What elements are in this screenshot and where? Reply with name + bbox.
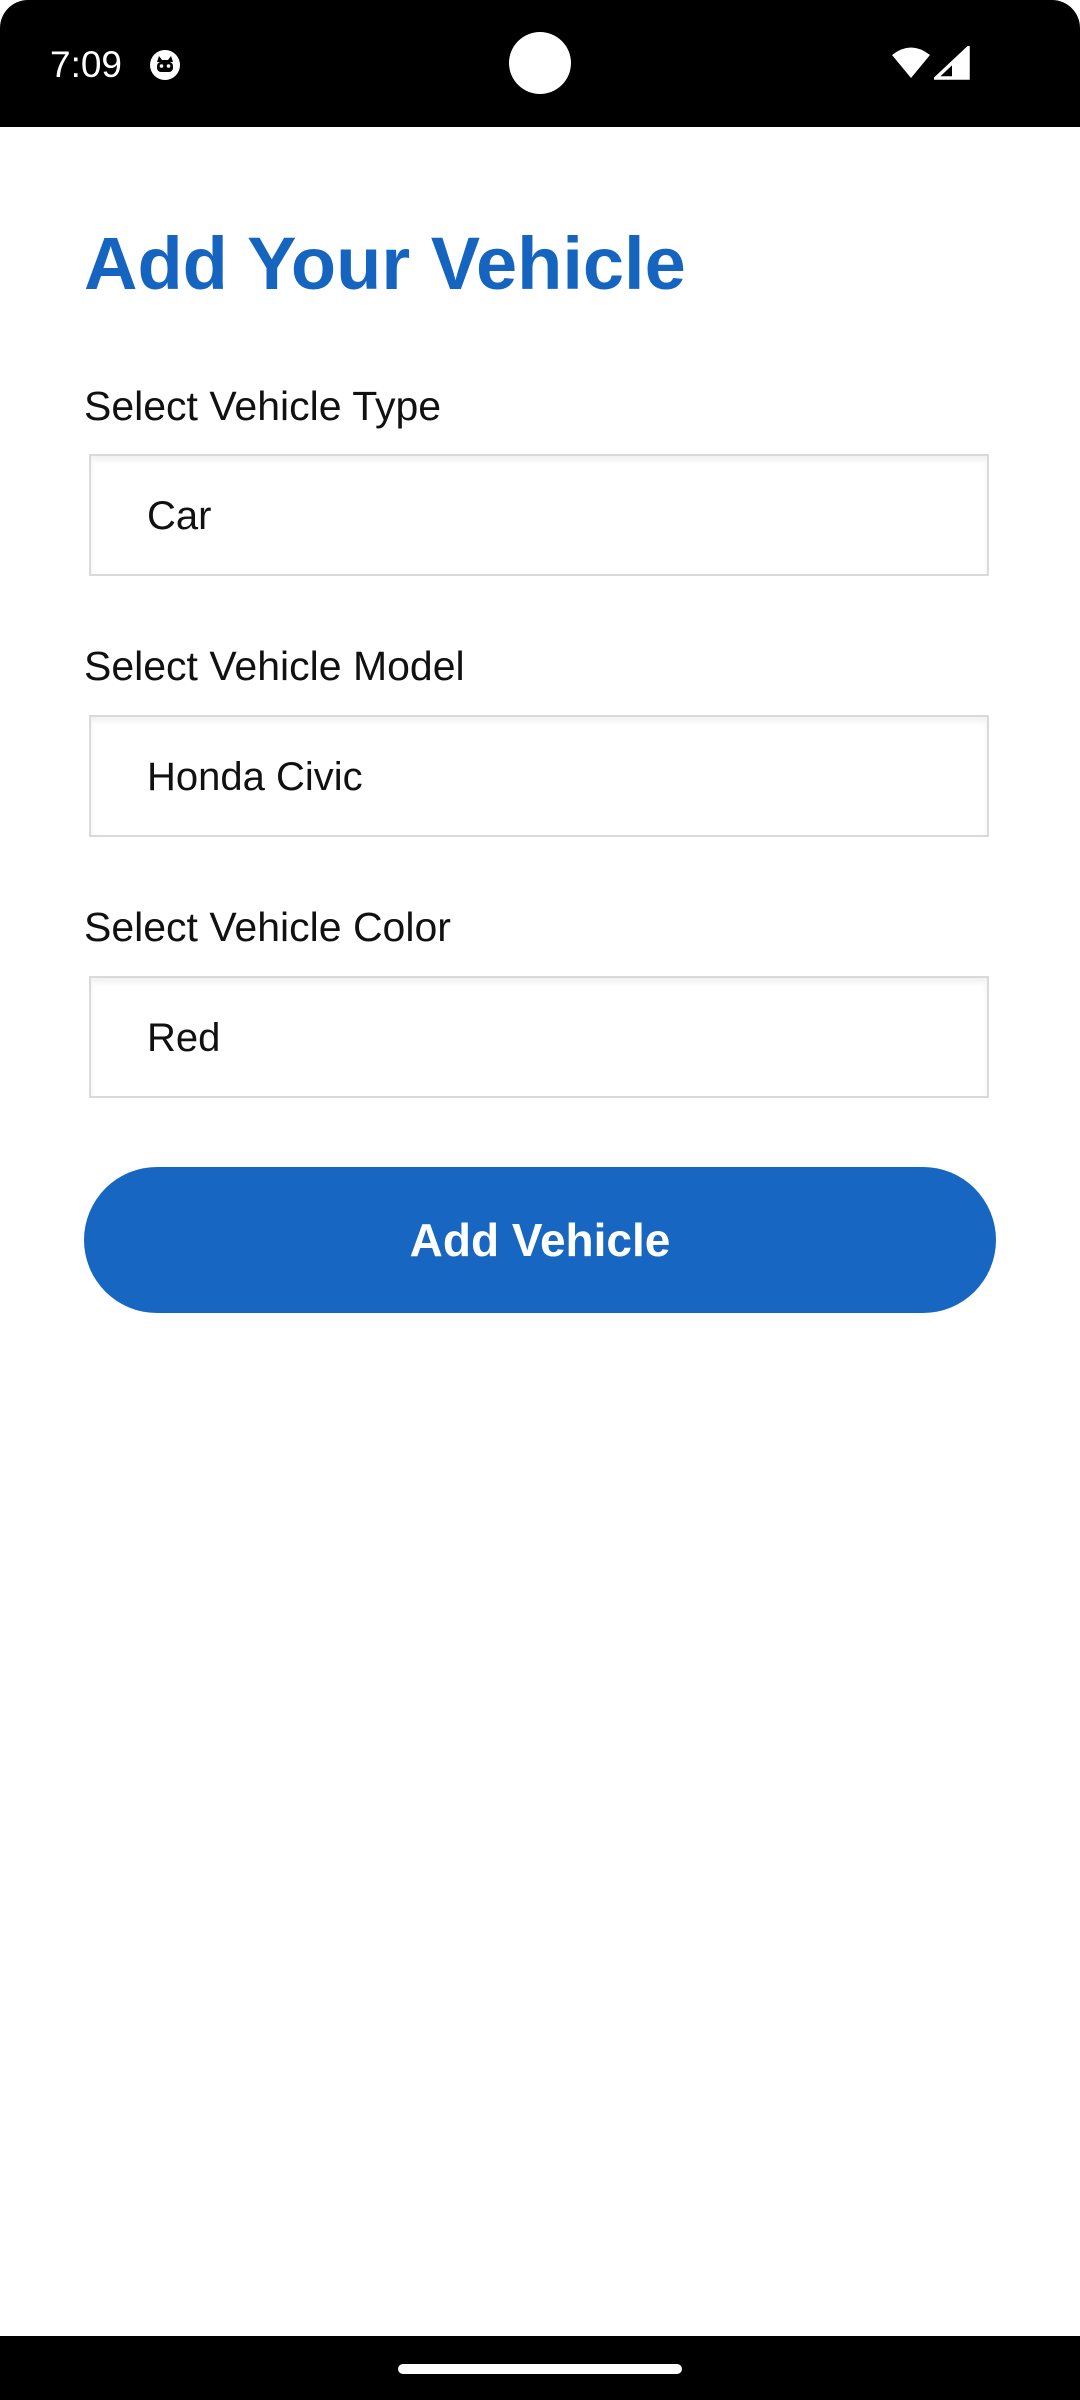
vehicle-color-dropdown[interactable]: Red (89, 976, 989, 1098)
add-vehicle-screen: 7:09 Add Your Vehicle Select Vehicle Typ… (0, 0, 1080, 2400)
vehicle-type-dropdown[interactable]: Car (89, 454, 989, 576)
camera-cutout (509, 32, 571, 94)
navigation-bar (0, 2336, 1080, 2400)
home-gesture-handle[interactable] (398, 2364, 682, 2374)
status-bar: 7:09 (0, 0, 1080, 127)
wifi-icon (892, 47, 930, 78)
vehicle-color-value: Red (147, 1016, 221, 1060)
vehicle-type-label: Select Vehicle Type (84, 383, 442, 429)
page-title: Add Your Vehicle (84, 222, 686, 305)
vehicle-color-label: Select Vehicle Color (84, 904, 451, 950)
vehicle-model-label: Select Vehicle Model (84, 643, 465, 689)
app-notification-icon (150, 50, 180, 80)
add-vehicle-button[interactable]: Add Vehicle (84, 1167, 996, 1313)
vehicle-type-value: Car (147, 494, 212, 538)
cellular-signal-icon (934, 46, 970, 80)
vehicle-model-dropdown[interactable]: Honda Civic (89, 715, 989, 837)
status-time: 7:09 (50, 44, 123, 85)
vehicle-model-value: Honda Civic (147, 755, 363, 799)
